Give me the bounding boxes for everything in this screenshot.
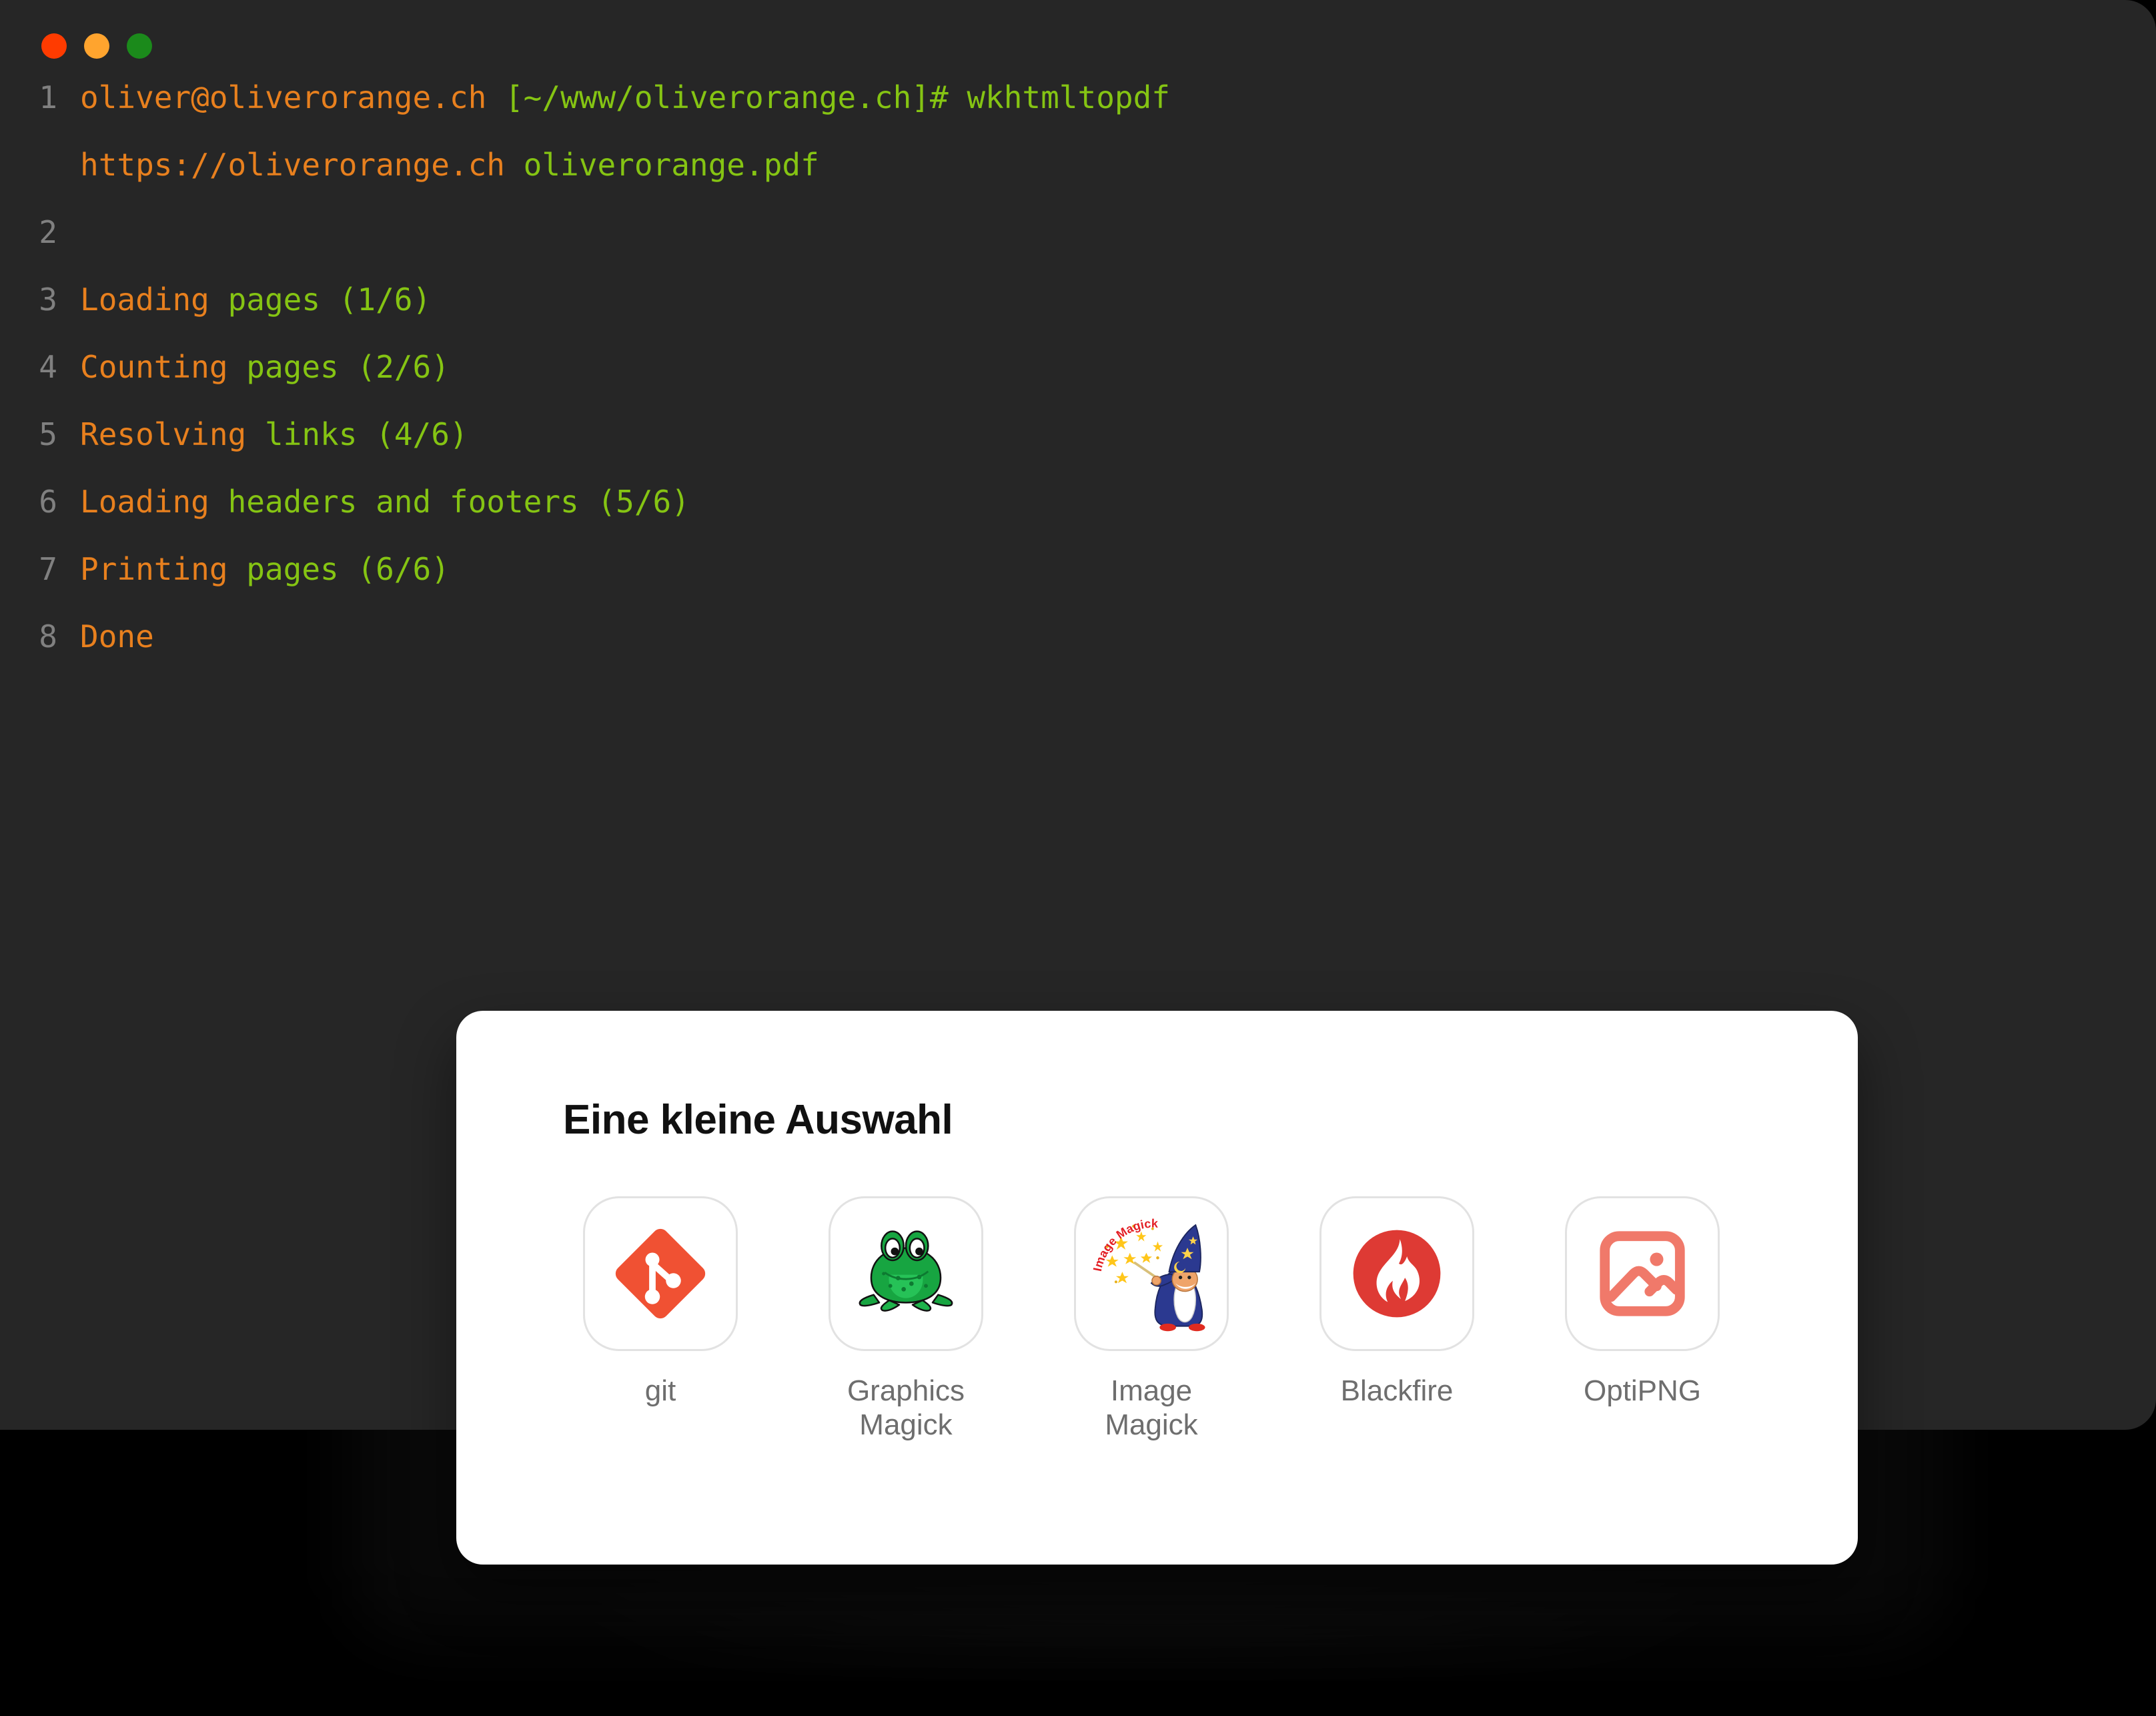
line-number: 6 [39,484,57,520]
line-number: 4 [39,349,57,385]
tool-label-line: Magick [859,1408,953,1442]
tool-label-line: OptiPNG [1583,1374,1702,1407]
imagemagick-wizard-icon: Image Magick [1091,1217,1205,1332]
terminal-line-continuation: https://oliverorange.ch oliverorange.pdf [0,131,2116,199]
terminal-text: headers and footers (5/6) [227,484,690,520]
line-number: 2 [39,214,57,250]
tool-item-imagemagick[interactable]: Image Magick Image Magick [1045,1196,1258,1442]
terminal-line: 4 Counting pages (2/6) [0,334,2116,401]
line-number: 5 [39,416,57,452]
tool-label-git: git [645,1374,676,1408]
terminal-output[interactable]: 1 oliver@oliverorange.ch [~/www/oliverora… [0,64,2116,671]
terminal-text: pages (6/6) [246,551,450,587]
line-number: 1 [39,79,57,115]
blackfire-flame-icon [1353,1230,1441,1318]
tool-grid: git Graphics Magick Image Magick Image M… [554,1196,1761,1442]
terminal-text: https://oliverorange.ch [80,147,524,183]
maximize-window-button[interactable] [127,33,152,59]
line-number: 3 [39,282,57,318]
tool-label-line: Image [1110,1374,1193,1407]
tool-label-line: Magick [1105,1408,1198,1442]
terminal-line: 7 Printing pages (6/6) [0,536,2116,603]
tool-selection-card: Eine kleine Auswahl git Graphics Magick … [456,1011,1858,1565]
tool-label-imagemagick: Image Magick [1105,1374,1197,1442]
terminal-text: [~/www/oliverorange.ch]# wkhtmltopdf [504,79,1170,115]
terminal-text: pages (2/6) [246,349,450,385]
terminal-text: oliverorange.pdf [523,147,819,183]
tool-tile-git[interactable] [583,1196,738,1351]
graphicsmagick-frog-icon [859,1230,953,1312]
tool-tile-optipng[interactable] [1565,1196,1720,1351]
terminal-text: oliver@oliverorange.ch [80,79,505,115]
tool-item-blackfire[interactable]: Blackfire [1290,1196,1504,1442]
terminal-text: Loading [80,484,228,520]
terminal-text: Loading [80,282,228,318]
line-number: 8 [39,618,57,655]
tool-item-git[interactable]: git [554,1196,767,1442]
terminal-line: 5 Resolving links (4/6) [0,401,2116,468]
tool-label-line: Blackfire [1340,1374,1454,1407]
minimize-window-button[interactable] [84,33,109,59]
terminal-line: 3 Loading pages (1/6) [0,266,2116,334]
tool-item-graphicsmagick[interactable]: Graphics Magick [799,1196,1013,1442]
tool-item-optipng[interactable]: OptiPNG [1536,1196,1749,1442]
tool-label-graphicsmagick: Graphics Magick [847,1374,965,1442]
terminal-titlebar [0,0,2156,64]
terminal-line: 2 [0,199,2116,266]
tool-label-line: git [644,1374,676,1407]
tool-label-line: Graphics [847,1374,965,1407]
tool-tile-blackfire[interactable] [1319,1196,1474,1351]
optipng-image-icon [1600,1231,1685,1316]
terminal-text: links (4/6) [264,416,468,452]
terminal-text: Done [80,618,154,655]
card-title: Eine kleine Auswahl [563,1097,953,1143]
terminal-text: Printing [80,551,247,587]
tool-label-optipng: OptiPNG [1584,1374,1701,1408]
terminal-text: pages (1/6) [227,282,432,318]
git-logo-icon [615,1228,706,1319]
terminal-line: 6 Loading headers and footers (5/6) [0,468,2116,536]
tool-tile-graphicsmagick[interactable] [829,1196,983,1351]
terminal-line: 1 oliver@oliverorange.ch [~/www/oliverora… [0,64,2116,131]
svg-text:Image Magick: Image Magick [1091,1217,1159,1272]
tool-tile-imagemagick[interactable]: Image Magick [1074,1196,1229,1351]
close-window-button[interactable] [41,33,67,59]
terminal-line: 8 Done [0,603,2116,671]
terminal-text: Counting [80,349,247,385]
terminal-text: Resolving [80,416,265,452]
tool-label-blackfire: Blackfire [1341,1374,1454,1408]
line-number: 7 [39,551,57,587]
